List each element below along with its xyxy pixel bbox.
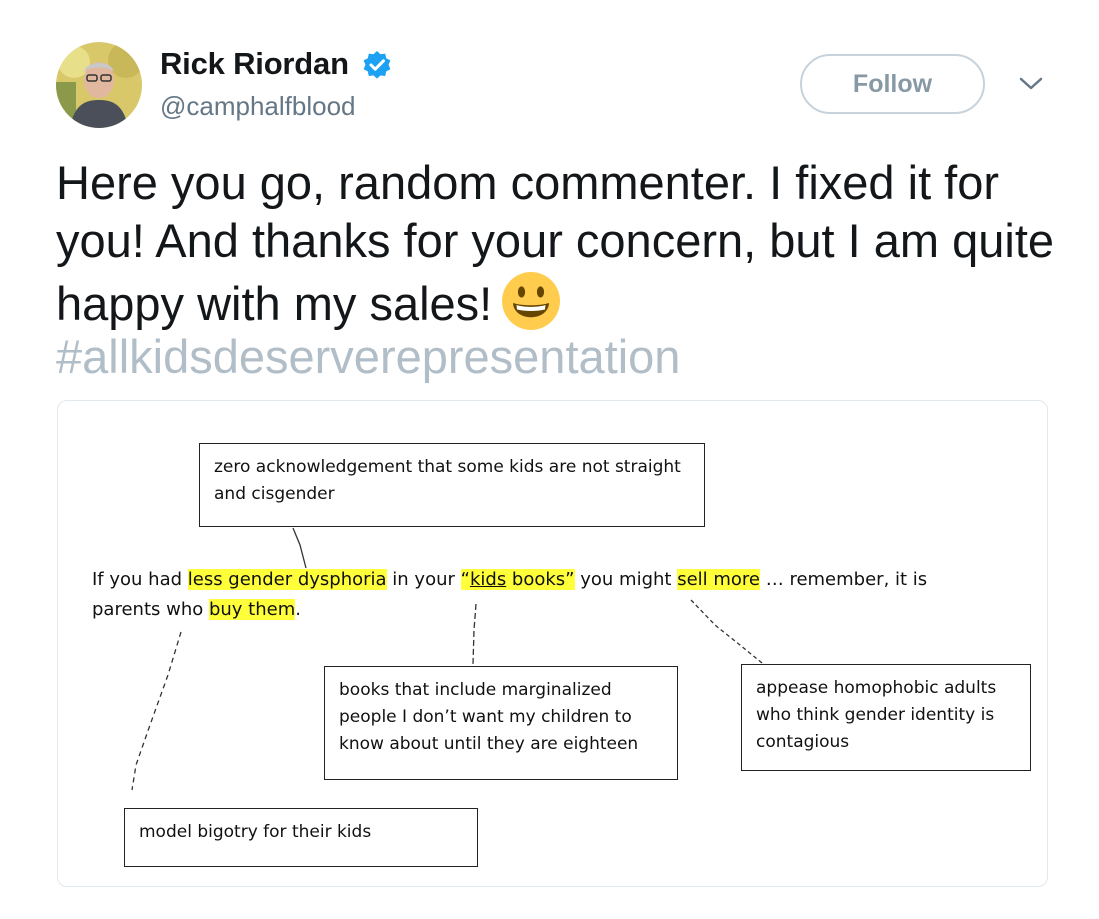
connector-bottom [131, 631, 182, 791]
comment-segment: in your [386, 569, 461, 590]
comment-segment: you might [574, 569, 678, 590]
note-box-top: zero acknowledgement that some kids are … [199, 443, 705, 527]
highlight-buy-them: buy them [208, 599, 296, 620]
highlight-sell-more: sell more [677, 569, 760, 590]
highlight-gender-dysphoria: less gender dysphoria [187, 569, 387, 590]
quote-mark: “ [460, 569, 470, 590]
highlight-kids-books: “kids books” [460, 569, 575, 590]
comment-books: books” [506, 569, 575, 590]
underlined-kids: kids [469, 569, 507, 590]
connector-top [292, 527, 307, 569]
note-box-right: appease homophobic adults who think gend… [741, 664, 1031, 771]
comment-text: If you had less gender dysphoria in your… [92, 565, 992, 625]
comment-segment: If you had [92, 569, 188, 590]
note-box-middle: books that include marginalized people I… [324, 666, 678, 780]
comment-segment: . [295, 599, 301, 620]
note-box-bottom: model bigotry for their kids [124, 808, 478, 867]
